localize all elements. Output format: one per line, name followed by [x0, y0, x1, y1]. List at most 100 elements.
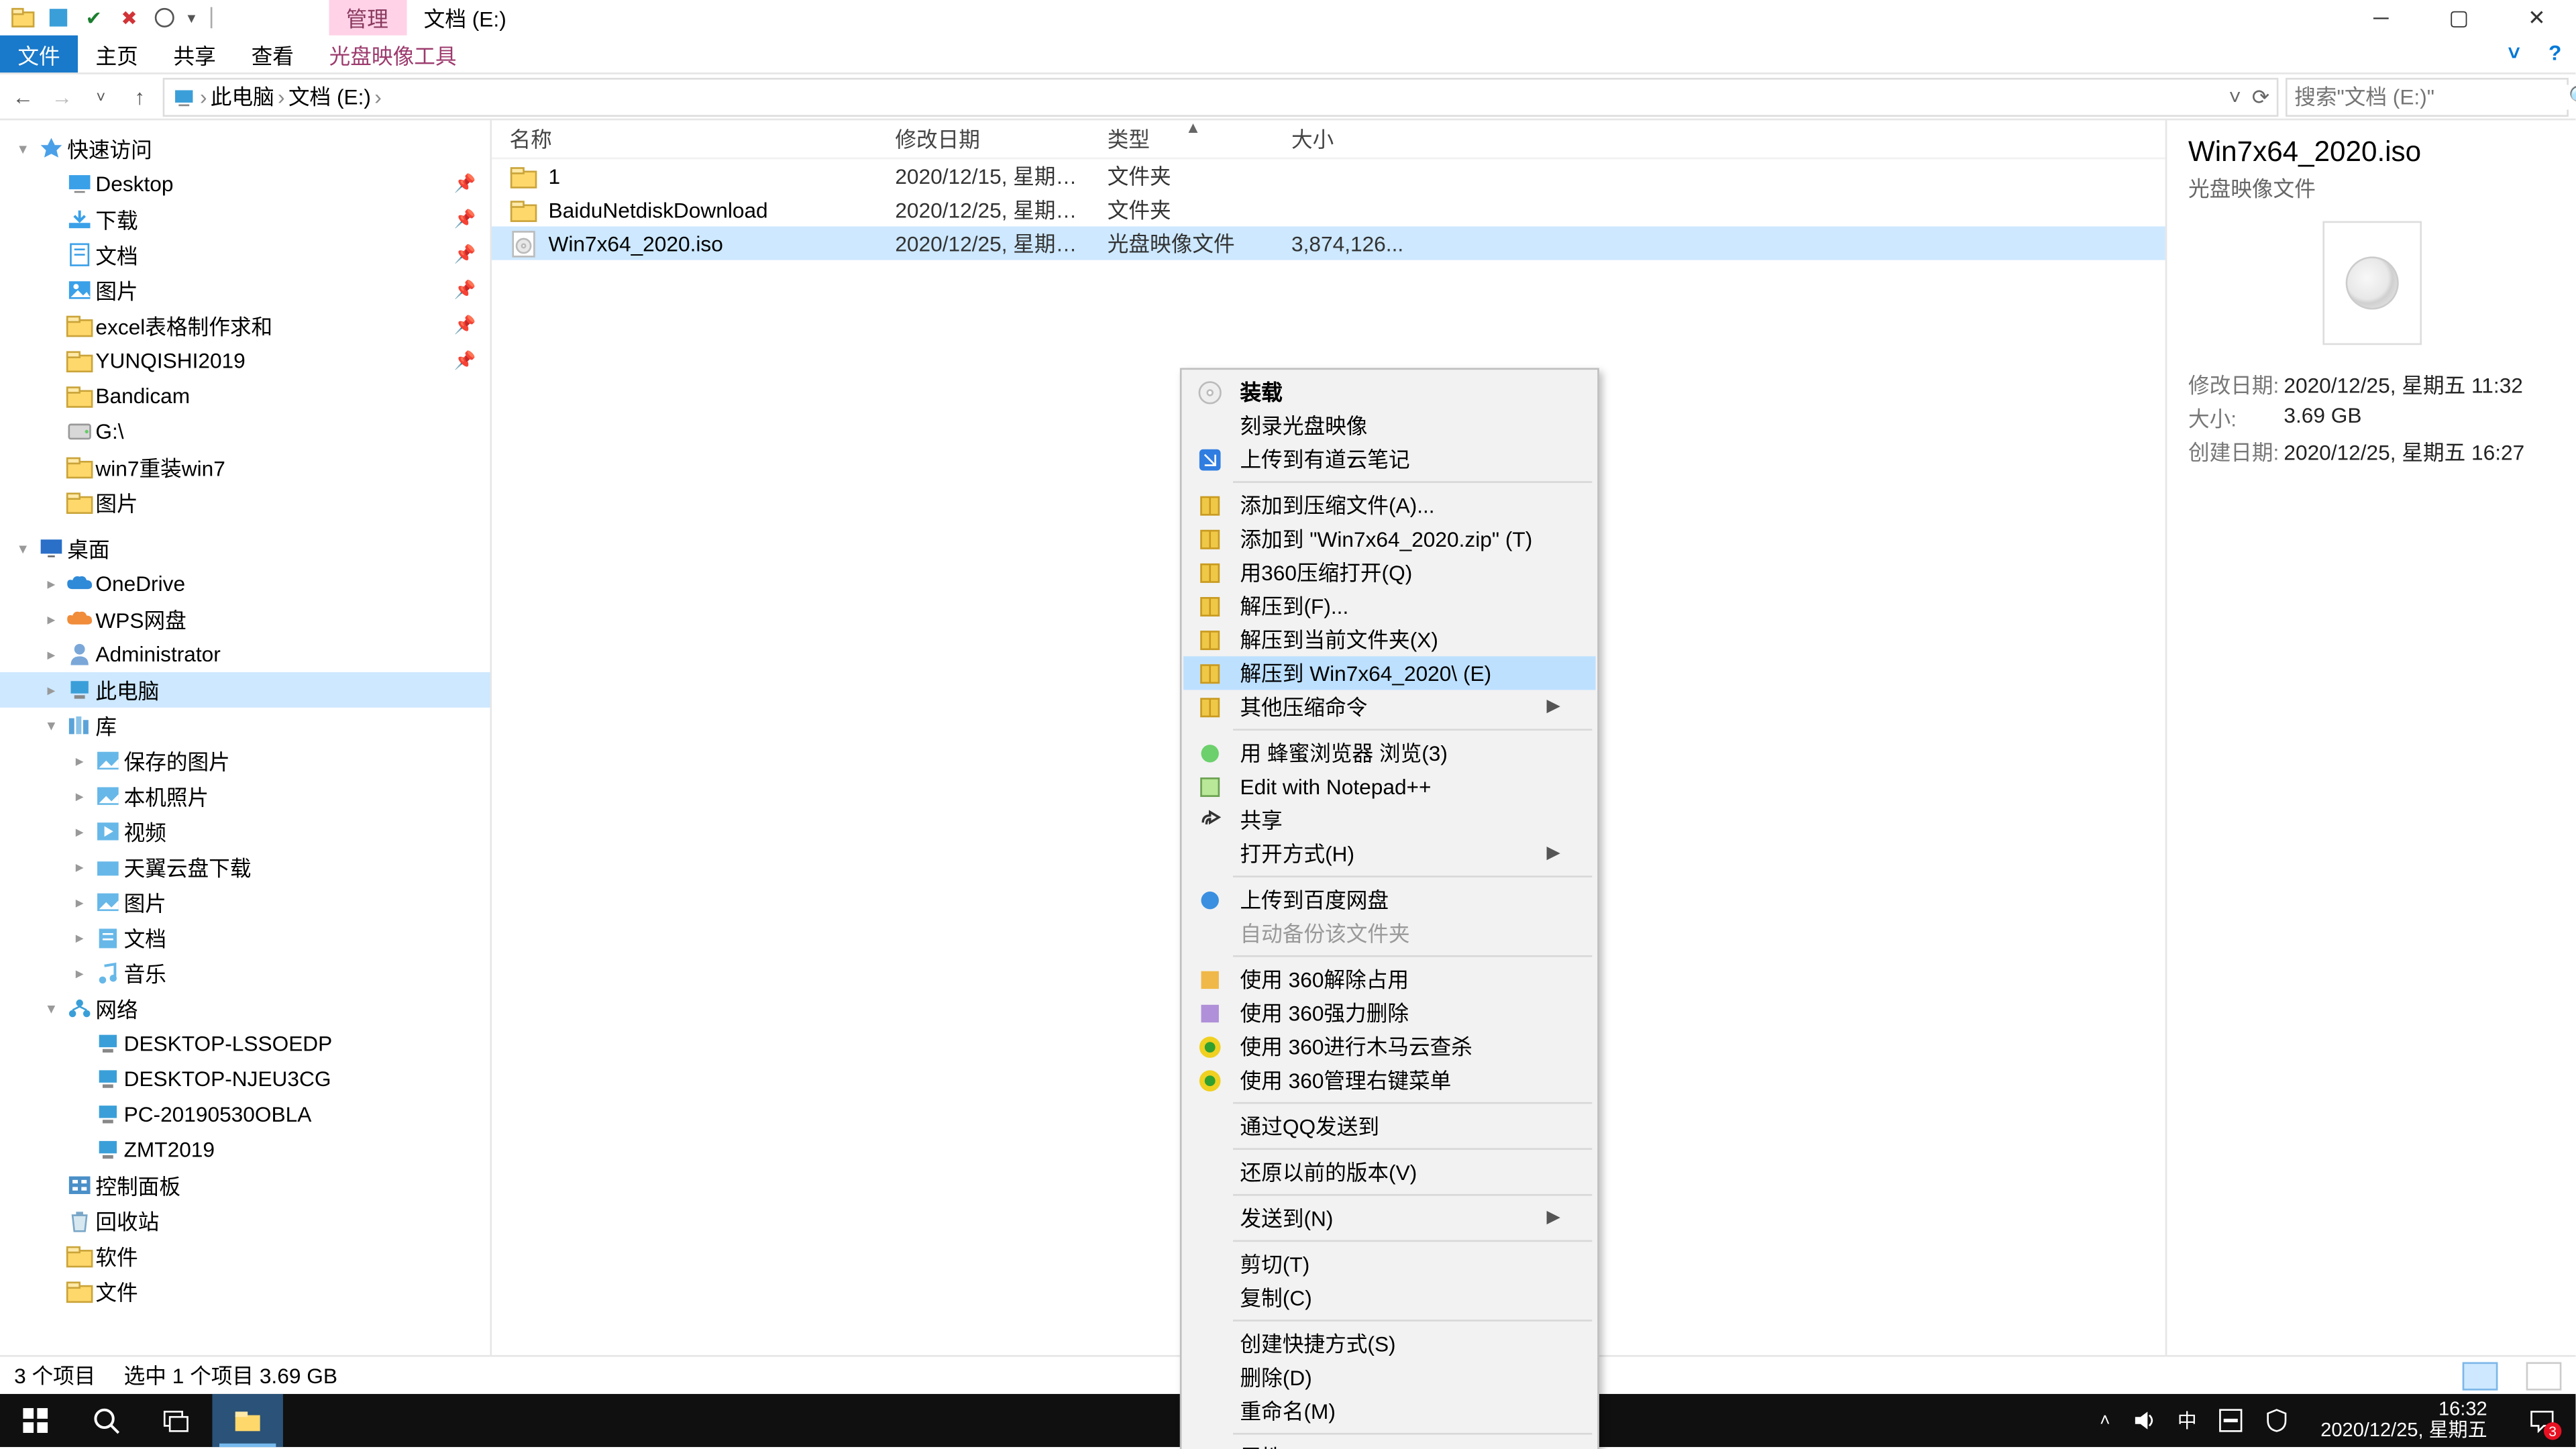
- context-menu-item[interactable]: 打开方式(H)▶: [1183, 837, 1595, 870]
- context-menu-item[interactable]: 解压到(F)...: [1183, 589, 1595, 623]
- context-menu-item[interactable]: 共享: [1183, 803, 1595, 837]
- column-type[interactable]: 类型: [1089, 120, 1273, 157]
- tree-item[interactable]: Bandicam: [0, 378, 490, 414]
- chevron-right-icon[interactable]: ›: [374, 84, 382, 109]
- taskbar-explorer[interactable]: [212, 1394, 282, 1447]
- file-row[interactable]: BaiduNetdiskDownload2020/12/25, 星期五 1...…: [492, 193, 2165, 226]
- minimize-button[interactable]: ─: [2342, 0, 2420, 36]
- column-name[interactable]: 名称: [492, 120, 877, 157]
- context-menu-item[interactable]: 用360压缩打开(Q): [1183, 555, 1595, 589]
- tree-item[interactable]: Desktop📌: [0, 166, 490, 202]
- tree-item[interactable]: ▸此电脑: [0, 672, 490, 708]
- tree-quick-access[interactable]: ▾快速访问: [0, 131, 490, 166]
- chevron-icon[interactable]: ▸: [67, 786, 92, 806]
- context-menu-item[interactable]: 使用 360进行木马云查杀: [1183, 1030, 1595, 1063]
- nav-up[interactable]: ↑: [124, 80, 156, 112]
- tree-item[interactable]: ▸本机照片: [0, 778, 490, 814]
- context-menu-item[interactable]: 通过QQ发送到: [1183, 1109, 1595, 1142]
- tree-item[interactable]: DESKTOP-LSSOEDP: [0, 1026, 490, 1061]
- taskbar-search[interactable]: [70, 1394, 141, 1447]
- view-large-icons-button[interactable]: [2526, 1361, 2562, 1389]
- tree-network[interactable]: ▾网络: [0, 991, 490, 1026]
- context-menu-item[interactable]: 重命名(M): [1183, 1394, 1595, 1428]
- tree-item[interactable]: 文件: [0, 1274, 490, 1309]
- help-button[interactable]: ?: [2534, 36, 2576, 72]
- tree-item[interactable]: ▸图片: [0, 885, 490, 920]
- tree-item[interactable]: DESKTOP-NJEU3CG: [0, 1061, 490, 1097]
- tree-item[interactable]: ▸OneDrive: [0, 566, 490, 602]
- tree-item[interactable]: ▾库: [0, 708, 490, 743]
- security-icon[interactable]: [2264, 1408, 2289, 1433]
- tree-item[interactable]: ▸音乐: [0, 955, 490, 991]
- context-menu-item[interactable]: 上传到百度网盘: [1183, 883, 1595, 916]
- tree-item[interactable]: YUNQISHI2019📌: [0, 343, 490, 379]
- context-menu-item[interactable]: 剪切(T): [1183, 1247, 1595, 1281]
- tree-item[interactable]: 回收站: [0, 1203, 490, 1238]
- chevron-icon[interactable]: ▸: [39, 609, 64, 629]
- file-row[interactable]: 12020/12/15, 星期二 1...文件夹: [492, 159, 2165, 193]
- tree-item[interactable]: ZMT2019: [0, 1132, 490, 1168]
- chevron-icon[interactable]: ▸: [67, 822, 92, 841]
- tree-item[interactable]: ▸视频: [0, 814, 490, 849]
- tree-item[interactable]: 软件: [0, 1238, 490, 1274]
- search-box[interactable]: 🔍: [2286, 77, 2569, 116]
- tree-item[interactable]: ▸WPS网盘: [0, 602, 490, 637]
- context-menu-item[interactable]: 复制(C): [1183, 1281, 1595, 1314]
- breadcrumb[interactable]: › 此电脑 › 文档 (E:) › ˅ ⟳: [163, 77, 2279, 116]
- tree-item[interactable]: ▸保存的图片: [0, 743, 490, 779]
- qat-btn-4[interactable]: [152, 5, 177, 30]
- context-menu-item[interactable]: 上传到有道云笔记: [1183, 442, 1595, 476]
- ribbon-tab-view[interactable]: 查看: [233, 36, 311, 72]
- context-menu-item[interactable]: Edit with Notepad++: [1183, 769, 1595, 803]
- context-menu-item[interactable]: 其他压缩命令▶: [1183, 690, 1595, 723]
- chevron-icon[interactable]: ▾: [39, 999, 64, 1018]
- qat-btn-2[interactable]: ✔: [81, 5, 106, 30]
- file-row[interactable]: Win7x64_2020.iso2020/12/25, 星期五 1...光盘映像…: [492, 227, 2165, 260]
- context-menu-item[interactable]: 使用 360强力删除: [1183, 996, 1595, 1030]
- chevron-icon[interactable]: ▸: [39, 645, 64, 664]
- maximize-button[interactable]: ▢: [2420, 0, 2498, 36]
- tree-item[interactable]: 图片: [0, 485, 490, 521]
- chevron-icon[interactable]: ▸: [67, 857, 92, 877]
- taskbar-clock[interactable]: 16:32 2020/12/25, 星期五: [2310, 1399, 2498, 1442]
- ribbon-tab-disc-tools[interactable]: 光盘映像工具: [311, 36, 474, 72]
- qat-dropdown[interactable]: ▾: [188, 8, 196, 28]
- tree-item[interactable]: ▸Administrator: [0, 637, 490, 672]
- context-menu-item[interactable]: 删除(D): [1183, 1360, 1595, 1394]
- qat-btn-1[interactable]: [46, 5, 71, 30]
- context-menu-item[interactable]: 刻录光盘映像: [1183, 409, 1595, 442]
- column-size[interactable]: 大小: [1274, 120, 1415, 157]
- context-menu-item[interactable]: 解压到当前文件夹(X): [1183, 623, 1595, 656]
- tree-item[interactable]: ▸天翼云盘下载: [0, 849, 490, 885]
- tree-desktop-group[interactable]: ▾桌面: [0, 531, 490, 566]
- chevron-icon[interactable]: ▾: [39, 716, 64, 735]
- context-menu-item[interactable]: 创建快捷方式(S): [1183, 1327, 1595, 1360]
- ime-mode-icon[interactable]: [2218, 1408, 2243, 1433]
- tree-item[interactable]: win7重装win7: [0, 449, 490, 485]
- file-list[interactable]: ▲ 名称 修改日期 类型 大小 12020/12/15, 星期二 1...文件夹…: [492, 120, 2165, 1355]
- chevron-icon[interactable]: ▸: [67, 892, 92, 912]
- action-center-button[interactable]: 3: [2519, 1397, 2565, 1444]
- context-menu-item[interactable]: 属性(R): [1183, 1440, 1595, 1449]
- chevron-icon[interactable]: ▾: [11, 139, 36, 158]
- chevron-right-icon[interactable]: ›: [278, 84, 285, 109]
- column-modified[interactable]: 修改日期: [877, 120, 1089, 157]
- context-menu-item[interactable]: 使用 360解除占用: [1183, 963, 1595, 996]
- nav-history-dropdown[interactable]: ˅: [85, 80, 117, 112]
- address-dropdown[interactable]: ˅: [2229, 84, 2241, 109]
- tree-item[interactable]: excel表格制作求和📌: [0, 308, 490, 343]
- chevron-icon[interactable]: ▸: [67, 963, 92, 983]
- ribbon-collapse[interactable]: ˅: [2493, 36, 2534, 72]
- tree-item[interactable]: G:\: [0, 414, 490, 449]
- tray-overflow[interactable]: ˄: [2100, 1411, 2110, 1430]
- crumb-drive[interactable]: 文档 (E:): [288, 81, 371, 111]
- context-menu-item[interactable]: 解压到 Win7x64_2020\ (E): [1183, 656, 1595, 690]
- tree-item[interactable]: 图片📌: [0, 272, 490, 308]
- close-button[interactable]: ✕: [2498, 0, 2575, 36]
- tree-item[interactable]: ▸文档: [0, 920, 490, 955]
- context-menu-item[interactable]: 添加到压缩文件(A)...: [1183, 488, 1595, 522]
- context-menu-item[interactable]: 使用 360管理右键菜单: [1183, 1063, 1595, 1097]
- ime-indicator[interactable]: 中: [2178, 1406, 2197, 1434]
- chevron-right-icon[interactable]: ›: [200, 84, 207, 109]
- nav-back[interactable]: ←: [7, 80, 39, 112]
